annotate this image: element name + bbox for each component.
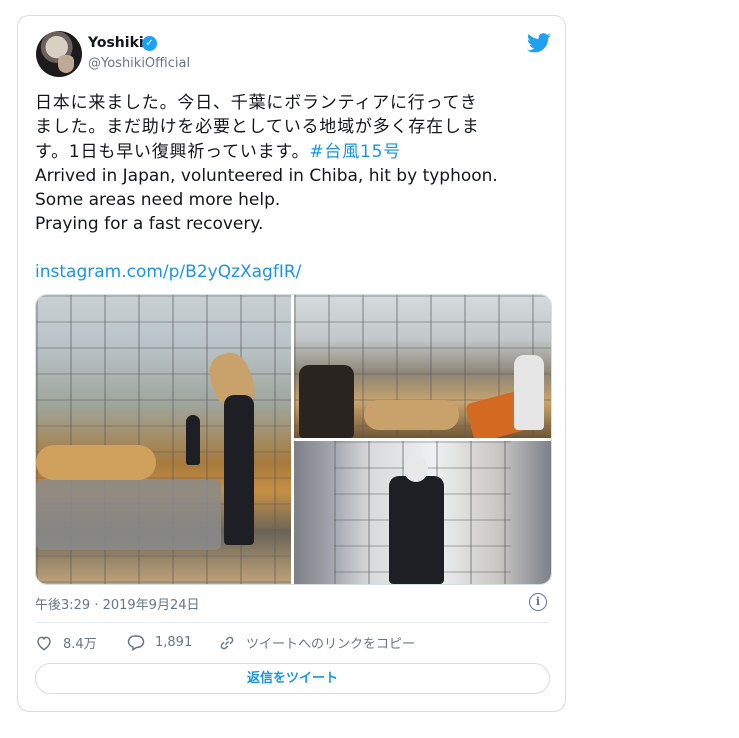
copy-link-action[interactable]: ツイートへのリンクをコピー	[218, 633, 415, 652]
tweet-text-line: Arrived in Japan, volunteered in Chiba, …	[35, 165, 498, 186]
verified-badge-icon: ✓	[142, 36, 157, 51]
tweet-text-line: す。1日も早い復興祈っています。	[35, 141, 310, 162]
reply-icon	[127, 635, 145, 651]
reply-tweet-button[interactable]: 返信をツイート	[35, 663, 550, 694]
tweet-text: 日本に来ました。今日、千葉にボランティアに行ってき ました。まだ助けを必要として…	[35, 91, 555, 237]
tweet-text-line: ました。まだ助けを必要としている地域が多く存在しま	[35, 117, 480, 138]
reply-count: 1,891	[155, 634, 193, 650]
photo-1[interactable]	[36, 295, 291, 584]
copy-link-label: ツイートへのリンクをコピー	[246, 637, 416, 652]
timestamp[interactable]: 午後3:29 · 2019年9月24日	[35, 594, 200, 613]
like-action[interactable]: 8.4万	[35, 633, 97, 652]
tweet-text-line: Praying for a fast recovery.	[35, 214, 264, 235]
author-name[interactable]: Yoshiki	[88, 35, 144, 51]
instagram-link[interactable]: instagram.com/p/B2yQzXagfIR/	[35, 262, 301, 282]
heart-icon	[37, 636, 51, 651]
tweet-card: Yoshiki ✓ @YoshikiOfficial 日本に来ました。今日、千葉…	[17, 15, 566, 712]
divider	[35, 622, 550, 623]
avatar[interactable]	[36, 31, 82, 77]
tweet-text-line: Some areas need more help.	[35, 190, 281, 211]
link-icon	[220, 636, 234, 649]
info-icon[interactable]: i	[529, 593, 547, 611]
author-handle[interactable]: @YoshikiOfficial	[88, 56, 190, 71]
tweet-text-line: 日本に来ました。今日、千葉にボランティアに行ってき	[35, 93, 478, 113]
reply-action[interactable]: 1,891	[127, 633, 192, 651]
hashtag-link[interactable]: #台風15号	[309, 142, 401, 162]
media-grid	[35, 294, 552, 585]
photo-3[interactable]	[294, 441, 551, 584]
photo-2[interactable]	[294, 295, 551, 438]
like-count: 8.4万	[63, 637, 97, 652]
twitter-bird-icon[interactable]	[527, 33, 551, 53]
